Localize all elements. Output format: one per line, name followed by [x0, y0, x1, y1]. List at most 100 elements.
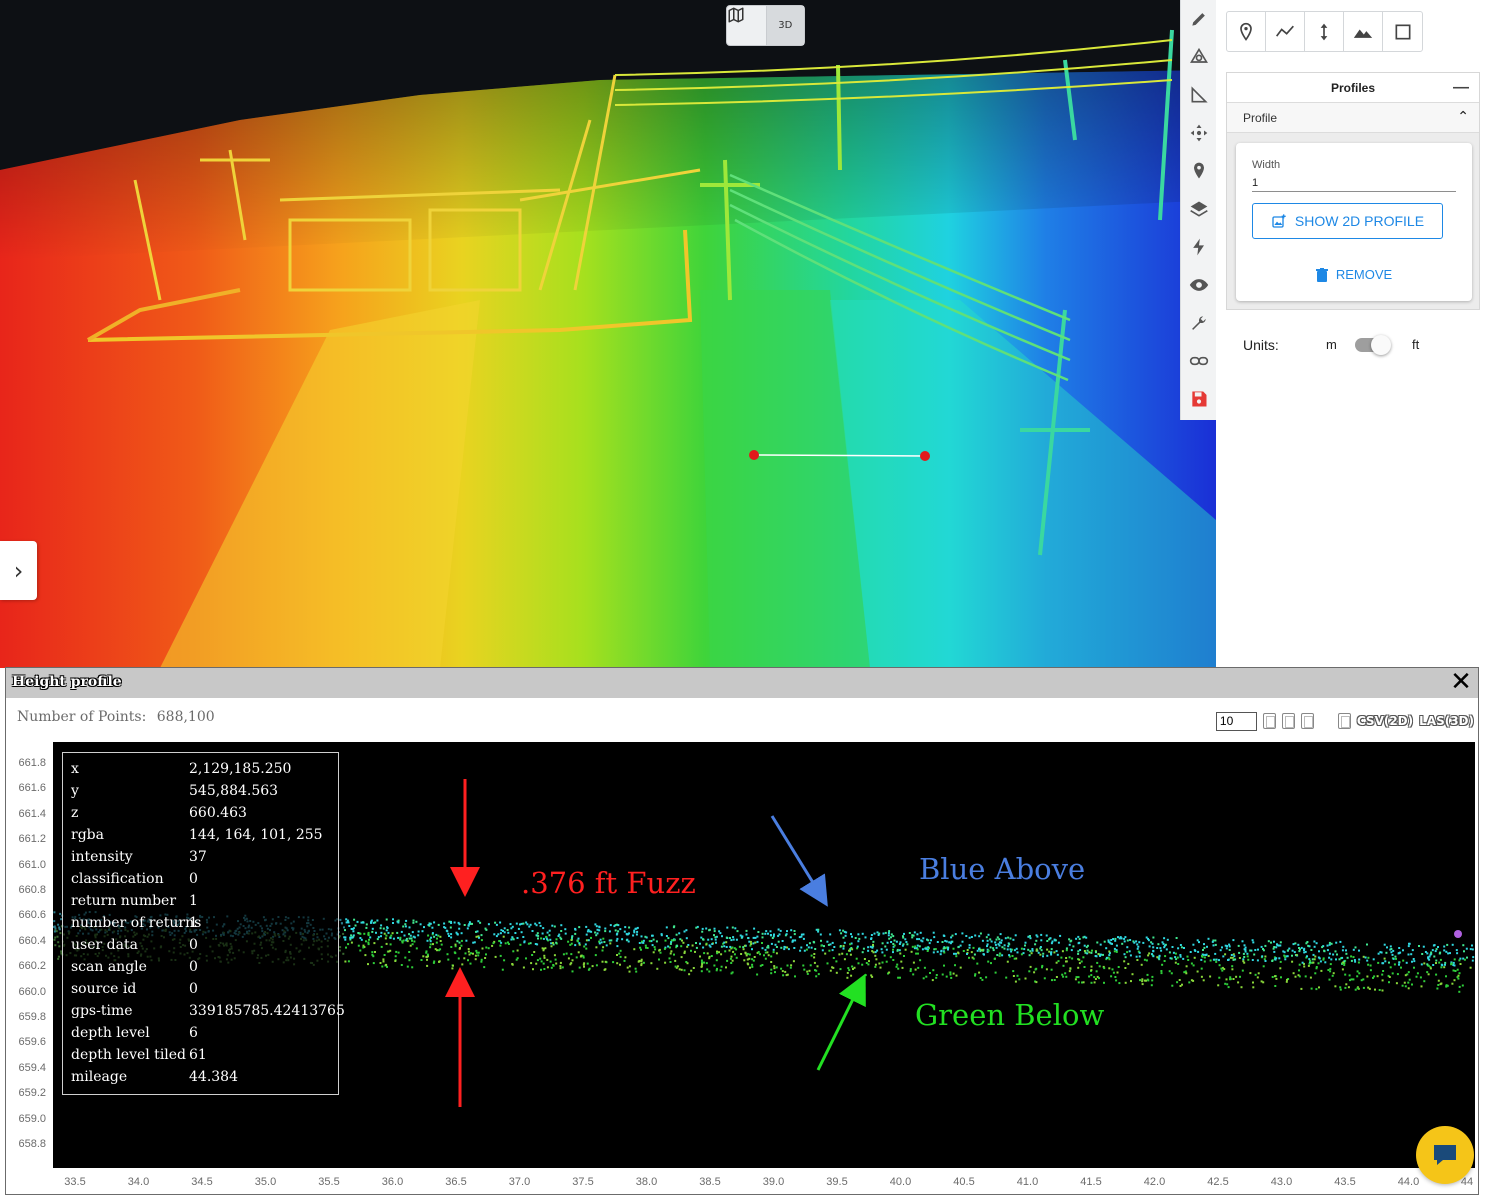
angle-ruler-icon — [1191, 86, 1208, 103]
x-tick-label: 34.0 — [127, 1176, 150, 1188]
remove-profile-button[interactable]: REMOVE — [1236, 267, 1472, 282]
move-tool-button[interactable] — [1181, 114, 1217, 152]
tool-strip — [1180, 0, 1216, 420]
point-info-key: classification — [71, 871, 164, 887]
fuzz-annotation: .376 ft Fuzz — [521, 866, 696, 900]
draw-tool-button[interactable] — [1181, 0, 1217, 38]
wrench-icon — [1192, 316, 1206, 330]
profile-item[interactable]: Profile ⌃ — [1227, 103, 1479, 133]
chevron-right-icon: › — [13, 556, 24, 585]
select-icon[interactable] — [1262, 713, 1276, 729]
share-link-button[interactable] — [1181, 342, 1217, 380]
fit-icon[interactable] — [1300, 713, 1314, 729]
point-info-row: return number 1 — [71, 893, 338, 915]
chevron-up-icon[interactable]: ⌃ — [1457, 109, 1469, 125]
3d-view-button[interactable]: 3D — [765, 6, 804, 45]
export-las-button[interactable]: LAS(3D) — [1419, 714, 1474, 728]
x-tick-label: 37.5 — [572, 1176, 594, 1188]
y-tick-label: 659.0 — [18, 1112, 46, 1125]
area-measure-button[interactable] — [1383, 12, 1422, 51]
x-tick-label: 39.5 — [826, 1176, 848, 1188]
save-button[interactable] — [1181, 380, 1217, 418]
point-info-key: depth level tiled — [71, 1047, 187, 1063]
export-icon[interactable] — [1337, 713, 1351, 729]
units-toggle[interactable] — [1355, 335, 1391, 355]
profile-label: Profile — [1243, 110, 1278, 125]
visibility-tool-button[interactable] — [1181, 266, 1217, 304]
close-icon[interactable]: ✕ — [1448, 669, 1474, 695]
save-icon — [1192, 391, 1207, 407]
x-tick-label: 44.0 — [1397, 1176, 1420, 1188]
point-info-key: mileage — [71, 1069, 128, 1085]
image-add-icon — [1272, 214, 1286, 228]
distance-measure-button[interactable] — [1266, 12, 1305, 51]
profiles-title: Profiles — [1330, 80, 1375, 95]
height-profile-window: Height profile ✕ Number of Points: 688,1… — [5, 667, 1479, 1195]
point-budget-input[interactable] — [1215, 711, 1257, 731]
width-input[interactable] — [1252, 175, 1456, 192]
expand-sidebar-button[interactable]: › — [0, 541, 37, 600]
export-csv-button[interactable]: CSV(2D) — [1357, 714, 1413, 728]
show-2d-profile-button[interactable]: SHOW 2D PROFILE — [1252, 203, 1443, 239]
point-info-value: 545,884.563 — [189, 783, 279, 799]
point-info-value: 1 — [189, 915, 198, 931]
link-icon — [1189, 356, 1209, 366]
height-measure-button[interactable] — [1305, 12, 1344, 51]
classify-tool-button[interactable] — [1181, 228, 1217, 266]
point-measure-button[interactable] — [1227, 12, 1266, 51]
layers-icon — [1190, 201, 1208, 217]
x-tick-label: 35.0 — [254, 1176, 277, 1188]
y-tick-label: 661.0 — [18, 858, 46, 871]
map-pin-icon — [1194, 162, 1204, 179]
point-info-value: 37 — [189, 849, 207, 865]
cloud-compare-icon — [1190, 47, 1208, 63]
y-tick-label: 658.8 — [18, 1138, 46, 1150]
chat-button[interactable] — [1416, 1126, 1474, 1184]
zoom-icon[interactable] — [1281, 713, 1295, 729]
point-info-row: y 545,884.563 — [71, 783, 338, 805]
view-mode-toggle[interactable]: 3D — [726, 5, 805, 46]
layers-tool-button[interactable] — [1181, 190, 1217, 228]
point-info-key: scan angle — [71, 959, 147, 975]
height-profile-titlebar[interactable]: Height profile ✕ — [6, 668, 1478, 698]
point-info-row: number of returns 1 — [71, 915, 338, 937]
x-tick-label: 38.0 — [635, 1176, 658, 1188]
blue-arrow — [770, 815, 828, 907]
point-info-key: return number — [71, 893, 177, 909]
point-info-row: user data 0 — [71, 937, 338, 959]
point-info-key: x — [71, 761, 79, 777]
point-info-row: x 2,129,185.250 — [71, 761, 338, 783]
point-info-value: 6 — [189, 1025, 198, 1041]
move-arrows-icon — [1190, 124, 1208, 142]
3d-icon: 3D — [778, 20, 793, 31]
units-toggle-knob[interactable] — [1371, 335, 1391, 355]
x-tick-label: 37.0 — [508, 1176, 531, 1188]
point-info-value: 2,129,185.250 — [189, 761, 292, 777]
x-tick-label: 34.5 — [191, 1176, 213, 1188]
point-cloud-viewport[interactable]: 3D › — [0, 0, 1216, 668]
settings-tool-button[interactable] — [1181, 304, 1217, 342]
x-tick-label: 35.5 — [318, 1176, 340, 1188]
volume-tool-button[interactable] — [1181, 38, 1217, 76]
point-info-key: y — [71, 783, 79, 799]
point-info-row: depth level 6 — [71, 1025, 338, 1047]
x-tick-label: 42.0 — [1143, 1176, 1166, 1188]
collapse-profiles-button[interactable]: — — [1453, 79, 1469, 97]
x-tick-label: 39.0 — [762, 1176, 785, 1188]
pin-tool-button[interactable] — [1181, 152, 1217, 190]
x-tick-label: 33.5 — [64, 1176, 86, 1188]
x-tick-label: 43.0 — [1270, 1176, 1293, 1188]
y-tick-label: 660.6 — [18, 909, 46, 922]
x-tick-label: 40.0 — [889, 1176, 912, 1188]
point-info-value: 0 — [189, 871, 198, 887]
y-tick-label: 660.0 — [18, 985, 46, 998]
profile-measure-button[interactable] — [1344, 12, 1383, 51]
point-info-value: 61 — [189, 1047, 207, 1063]
profile-plot[interactable]: .376 ft Fuzz Blue Above Green Below x 2,1… — [53, 742, 1475, 1168]
angle-tool-button[interactable] — [1181, 76, 1217, 114]
map-view-button[interactable] — [727, 6, 766, 45]
x-tick-label: 41.0 — [1016, 1176, 1039, 1188]
height-profile-tools: CSV(2D) LAS(3D) — [1215, 711, 1474, 731]
point-info-row: rgba 144, 164, 101, 255 — [71, 827, 338, 849]
show-2d-profile-label: SHOW 2D PROFILE — [1294, 213, 1425, 229]
